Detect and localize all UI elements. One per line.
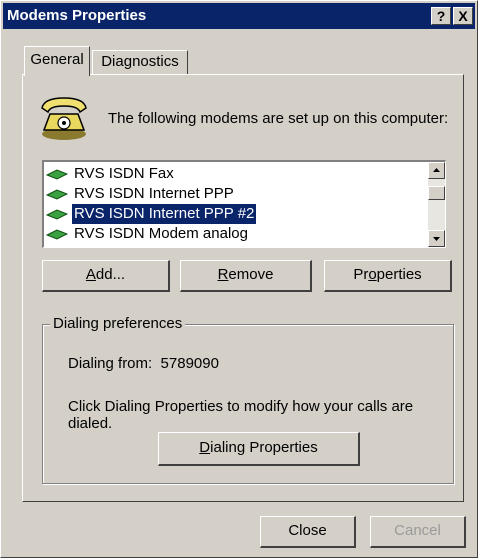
tab-general[interactable]: General bbox=[24, 46, 90, 76]
remove-button[interactable]: Remove bbox=[180, 260, 312, 292]
help-button[interactable]: ? bbox=[431, 7, 451, 25]
remove-label-post: emove bbox=[228, 266, 274, 283]
modem-name: RVS ISDN Internet PPP #2 bbox=[70, 203, 258, 225]
modem-list-item-selected[interactable]: RVS ISDN Internet PPP #2 bbox=[46, 203, 258, 225]
window-title: Modems Properties bbox=[7, 7, 147, 24]
down-arrow-icon bbox=[433, 237, 440, 241]
intro-text: The following modems are set up on this … bbox=[108, 110, 449, 127]
close-button[interactable]: Close bbox=[260, 516, 356, 548]
title-bar[interactable]: Modems Properties ? X bbox=[3, 3, 475, 29]
modem-name: RVS ISDN Internet PPP bbox=[74, 185, 234, 202]
properties-button[interactable]: Properties bbox=[324, 260, 452, 292]
add-button[interactable]: Add... bbox=[42, 260, 170, 292]
up-arrow-icon bbox=[433, 168, 440, 172]
properties-label-pre: Pr bbox=[353, 266, 369, 283]
cancel-button[interactable]: Cancel bbox=[370, 516, 466, 548]
modem-icon bbox=[46, 229, 68, 240]
add-label-accel: A bbox=[85, 266, 96, 283]
modem-list-item[interactable]: RVS ISDN Internet PPP bbox=[46, 184, 236, 204]
tab-diagnostics-label: Diagnostics bbox=[101, 53, 179, 70]
modem-list[interactable]: RVS ISDN Fax RVS ISDN Internet PPP RVS I… bbox=[42, 160, 446, 248]
scroll-up-button[interactable] bbox=[428, 162, 445, 179]
dialing-from-label: Dialing from: bbox=[68, 355, 153, 372]
telephone-icon bbox=[41, 97, 87, 140]
modem-name: RVS ISDN Modem analog bbox=[74, 225, 248, 242]
dialing-properties-button[interactable]: Dialing Properties bbox=[158, 432, 360, 466]
modem-list-scrollbar[interactable] bbox=[428, 162, 445, 247]
properties-label-accel: o bbox=[368, 266, 377, 283]
add-label-post: dd... bbox=[95, 266, 126, 283]
properties-label-post: perties bbox=[376, 266, 422, 283]
dialing-note: Click Dialing Properties to modify how y… bbox=[68, 398, 414, 432]
tab-general-label: General bbox=[30, 51, 84, 68]
remove-label-accel: R bbox=[217, 266, 229, 283]
close-window-button[interactable]: X bbox=[453, 7, 473, 25]
dialing-label-accel: D bbox=[199, 439, 211, 456]
modem-list-item[interactable]: RVS ISDN Modem analog bbox=[46, 224, 250, 244]
dialing-preferences-title: Dialing preferences bbox=[50, 315, 186, 332]
dialing-from-value: 5789090 bbox=[160, 355, 219, 372]
modem-icon bbox=[46, 169, 68, 180]
modem-icon bbox=[46, 189, 68, 200]
modem-icon bbox=[46, 209, 68, 220]
scroll-thumb[interactable] bbox=[428, 186, 445, 200]
tab-diagnostics[interactable]: Diagnostics bbox=[92, 50, 188, 75]
dialing-from: Dialing from: 5789090 bbox=[68, 355, 219, 372]
dialing-label-post: ialing Properties bbox=[210, 439, 318, 456]
scroll-down-button[interactable] bbox=[428, 230, 445, 247]
modem-list-item[interactable]: RVS ISDN Fax bbox=[46, 164, 176, 184]
modem-name: RVS ISDN Fax bbox=[74, 165, 174, 182]
